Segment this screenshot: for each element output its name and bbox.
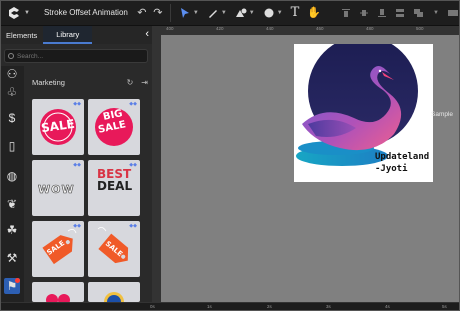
ruler-tick: 460 xyxy=(316,26,324,31)
leaf-category-icon[interactable]: ❦ xyxy=(4,196,20,212)
align-top-icon[interactable] xyxy=(341,8,351,18)
tab-elements[interactable]: Elements xyxy=(0,26,43,44)
distribute-icon[interactable] xyxy=(395,8,405,18)
shapes-icon xyxy=(235,8,247,17)
big-sale-sticker[interactable]: ◆◆ BIG SALE xyxy=(88,99,140,155)
document-title[interactable]: Stroke Offset Animation xyxy=(44,8,128,17)
heart-sticker-art xyxy=(46,294,70,302)
ruler-tick: 400 xyxy=(166,26,174,31)
ruler-tick: 480 xyxy=(366,26,374,31)
tab-library[interactable]: Library xyxy=(43,26,93,44)
ruler-tick: 500 xyxy=(416,26,424,31)
chevron-down-icon: ▼ xyxy=(276,9,283,16)
sample-label[interactable]: Sample xyxy=(431,111,453,118)
import-icon[interactable]: ⇥ xyxy=(141,78,148,87)
search-input[interactable] xyxy=(17,52,137,60)
library-item-partial[interactable] xyxy=(88,282,140,302)
timeline-tick: 4s xyxy=(385,304,390,309)
vertical-ruler xyxy=(152,35,161,311)
align-bottom-icon[interactable] xyxy=(377,8,387,18)
pen-tool[interactable]: ▼ xyxy=(207,7,227,19)
timeline-tick: 0s xyxy=(150,304,155,309)
social-icons-category-icon[interactable]: ⚇ xyxy=(4,66,20,82)
tree-category-icon[interactable]: ♧ xyxy=(4,84,20,100)
finance-category-icon[interactable]: $ xyxy=(4,110,20,126)
selection-tool[interactable]: ▼ xyxy=(179,7,199,19)
text-icon: T xyxy=(290,5,300,20)
redo-icon[interactable]: ↷ xyxy=(150,6,166,19)
app-logo-icon xyxy=(9,6,19,19)
chevron-down-icon: ▼ xyxy=(220,9,227,16)
top-toolbar: ▼ Stroke Offset Animation ↶ ↷ ▼ ▼ ▼ ▼ T … xyxy=(0,0,460,26)
sticker-text-bottom: DEAL xyxy=(97,179,133,193)
pen-icon xyxy=(208,9,217,18)
chevron-down-icon: ▼ xyxy=(248,9,255,16)
category-icon-column: ⚇ ♧ $ ▯ ◍ ❦ ☘ ⚒ ⚑ xyxy=(0,66,24,311)
notification-badge xyxy=(15,278,20,283)
app-window: ▼ Stroke Offset Animation ↶ ↷ ▼ ▼ ▼ ▼ T … xyxy=(0,0,460,311)
ruler-tick: 440 xyxy=(266,26,274,31)
text-tool[interactable]: T xyxy=(291,5,300,20)
animated-indicator-icon: ◆◆ xyxy=(129,223,137,229)
artboard-caption-line2[interactable]: -Jyoti xyxy=(375,164,408,174)
library-item-partial[interactable] xyxy=(32,282,84,302)
timeline-tick: 1s xyxy=(207,304,212,309)
ruler-tick: 420 xyxy=(216,26,224,31)
sale-tag-2[interactable]: ◆◆ SALE xyxy=(88,221,140,277)
align-middle-icon[interactable] xyxy=(359,8,369,18)
badge-sticker-art xyxy=(104,292,124,302)
best-deal-text: BEST DEAL xyxy=(97,168,132,192)
best-deal-sticker[interactable]: ◆◆ BEST DEAL xyxy=(88,160,140,216)
align-toolbar: ▼ xyxy=(341,8,459,18)
animated-indicator-icon: ◆◆ xyxy=(73,223,81,229)
timeline-tick: 3s xyxy=(326,304,331,309)
wow-sticker[interactable]: ◆◆ WOW xyxy=(32,160,84,216)
refresh-icon[interactable]: ↻ xyxy=(127,78,134,87)
shape-tool[interactable]: ▼ xyxy=(235,7,255,19)
color-tool[interactable]: ▼ xyxy=(263,7,283,19)
selection-icon xyxy=(180,7,189,18)
chevron-down-icon[interactable]: ▼ xyxy=(433,10,439,16)
category-title: Marketing xyxy=(32,77,65,87)
chevron-down-icon: ▼ xyxy=(24,9,30,16)
panel-tabs: Elements Library ‹ xyxy=(0,26,152,44)
food-category-icon[interactable]: ◍ xyxy=(4,168,20,184)
search-icon xyxy=(8,53,14,59)
sticker-text: WOW xyxy=(38,183,75,197)
hand-icon: ✋ xyxy=(307,7,322,19)
timeline-ruler[interactable]: 0s 1s 2s 3s 4s 5s xyxy=(0,302,460,311)
undo-icon[interactable]: ↶ xyxy=(134,6,150,19)
animated-indicator-icon: ◆◆ xyxy=(129,101,137,107)
horizontal-ruler: 400 420 440 460 480 500 xyxy=(152,26,460,35)
sale-tag-1[interactable]: ◆◆ SALE xyxy=(32,221,84,277)
sale-sticker[interactable]: ◆◆ SALE xyxy=(32,99,84,155)
chevron-down-icon: ▼ xyxy=(192,9,199,16)
animated-indicator-icon: ◆◆ xyxy=(73,162,81,168)
tools-category-icon[interactable]: ⚒ xyxy=(4,250,20,266)
marketing-category-icon[interactable]: ⚑ xyxy=(4,278,20,294)
divider xyxy=(169,3,171,22)
hand-tool[interactable]: ✋ xyxy=(307,6,321,19)
group-icon[interactable] xyxy=(413,8,425,18)
nature-category-icon[interactable]: ☘ xyxy=(4,222,20,238)
timeline-tick: 5s xyxy=(442,304,447,309)
search-box[interactable] xyxy=(4,49,148,63)
fill-color-icon xyxy=(264,8,274,17)
timeline-tick: 2s xyxy=(267,304,272,309)
devices-category-icon[interactable]: ▯ xyxy=(4,138,20,154)
app-menu[interactable]: ▼ xyxy=(0,5,30,21)
collapse-panel-icon[interactable]: ‹ xyxy=(145,28,149,40)
artboard-caption-line1[interactable]: Updateland xyxy=(375,152,429,162)
arrange-icon[interactable] xyxy=(447,8,459,18)
category-header: Marketing ↻ ⇥ xyxy=(32,75,148,89)
animated-indicator-icon: ◆◆ xyxy=(73,101,81,107)
category-actions: ↻ ⇥ xyxy=(127,78,148,87)
